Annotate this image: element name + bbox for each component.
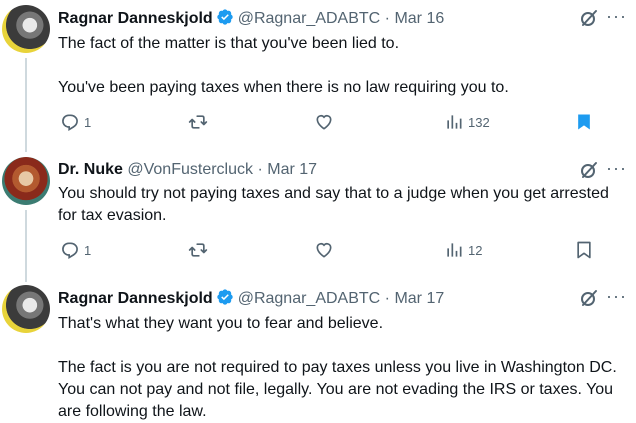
reply-count: 1	[84, 114, 92, 130]
reply-icon	[62, 242, 78, 259]
views-count: 12	[468, 242, 483, 258]
reply-icon	[62, 114, 78, 131]
grok-icon[interactable]	[579, 160, 599, 180]
retweet-button[interactable]	[188, 238, 208, 262]
verified-icon	[217, 289, 233, 305]
tweet-3[interactable]: Ragnar Danneskjold @Ragnar_ADABTC · Mar 1…	[0, 280, 636, 420]
retweet-icon	[188, 115, 208, 129]
views-icon	[447, 243, 462, 257]
bookmark-icon	[577, 241, 591, 259]
tweet-header: Dr. Nuke @VonFustercluck · Mar 17	[58, 160, 317, 180]
action-bar: 1 132	[58, 110, 602, 134]
retweet-button[interactable]	[188, 110, 208, 134]
views-count: 132	[468, 114, 490, 130]
tweet-line: You should try not paying taxes and say …	[58, 185, 609, 224]
display-name[interactable]: Ragnar Danneskjold	[58, 290, 213, 307]
verified-icon	[217, 9, 233, 25]
like-icon	[316, 242, 332, 258]
handle[interactable]: @Ragnar_ADABTC	[238, 290, 381, 307]
reply-button[interactable]: 1	[60, 238, 91, 262]
bookmark-icon	[578, 114, 590, 130]
like-button[interactable]	[314, 110, 334, 134]
bookmark-button[interactable]	[574, 110, 594, 134]
separator: ·	[384, 290, 390, 307]
tweet-header: Ragnar Danneskjold @Ragnar_ADABTC · Mar 1…	[58, 288, 444, 309]
avatar[interactable]	[2, 157, 50, 205]
like-button[interactable]	[314, 238, 334, 262]
display-name[interactable]: Dr. Nuke	[58, 161, 123, 178]
avatar[interactable]	[2, 5, 50, 53]
grok-icon[interactable]	[579, 288, 599, 308]
tweet-text: That's what they want you to fear and be…	[58, 313, 628, 423]
grok-icon[interactable]	[579, 8, 599, 28]
more-icon[interactable]: ···	[606, 7, 627, 25]
tweet-header: Ragnar Danneskjold @Ragnar_ADABTC · Mar 1…	[58, 8, 444, 29]
tweet-2[interactable]: Dr. Nuke @VonFustercluck · Mar 17 ··· Yo…	[0, 152, 636, 272]
like-icon	[316, 114, 332, 130]
timestamp[interactable]: Mar 17	[267, 161, 317, 178]
views-button[interactable]: 12	[444, 238, 482, 262]
reply-count: 1	[84, 242, 92, 258]
views-button[interactable]: 132	[444, 110, 490, 134]
tweet-text: The fact of the matter is that you've be…	[58, 33, 628, 99]
reply-button[interactable]: 1	[60, 110, 91, 134]
timestamp[interactable]: Mar 17	[394, 290, 444, 307]
display-name[interactable]: Ragnar Danneskjold	[58, 10, 213, 27]
views-icon	[447, 115, 462, 129]
tweet-line: The fact of the matter is that you've be…	[58, 35, 400, 52]
tweet-text: You should try not paying taxes and say …	[58, 183, 628, 227]
separator: ·	[257, 161, 263, 178]
more-icon[interactable]: ···	[606, 159, 627, 177]
handle[interactable]: @Ragnar_ADABTC	[238, 10, 381, 27]
handle[interactable]: @VonFustercluck	[127, 161, 253, 178]
timestamp[interactable]: Mar 16	[394, 10, 444, 27]
avatar[interactable]	[2, 285, 50, 333]
tweet-line: That's what they want you to fear and be…	[58, 315, 384, 332]
bookmark-button[interactable]	[574, 238, 594, 262]
retweet-icon	[188, 243, 208, 257]
tweet-line: The fact is you are not required to pay …	[58, 359, 617, 420]
separator: ·	[384, 10, 390, 27]
tweet-line: You've been paying taxes when there is n…	[58, 79, 509, 96]
tweet-1[interactable]: Ragnar Danneskjold @Ragnar_ADABTC · Mar 1…	[0, 0, 636, 150]
more-icon[interactable]: ···	[606, 287, 627, 305]
action-bar: 1 12	[58, 238, 602, 262]
